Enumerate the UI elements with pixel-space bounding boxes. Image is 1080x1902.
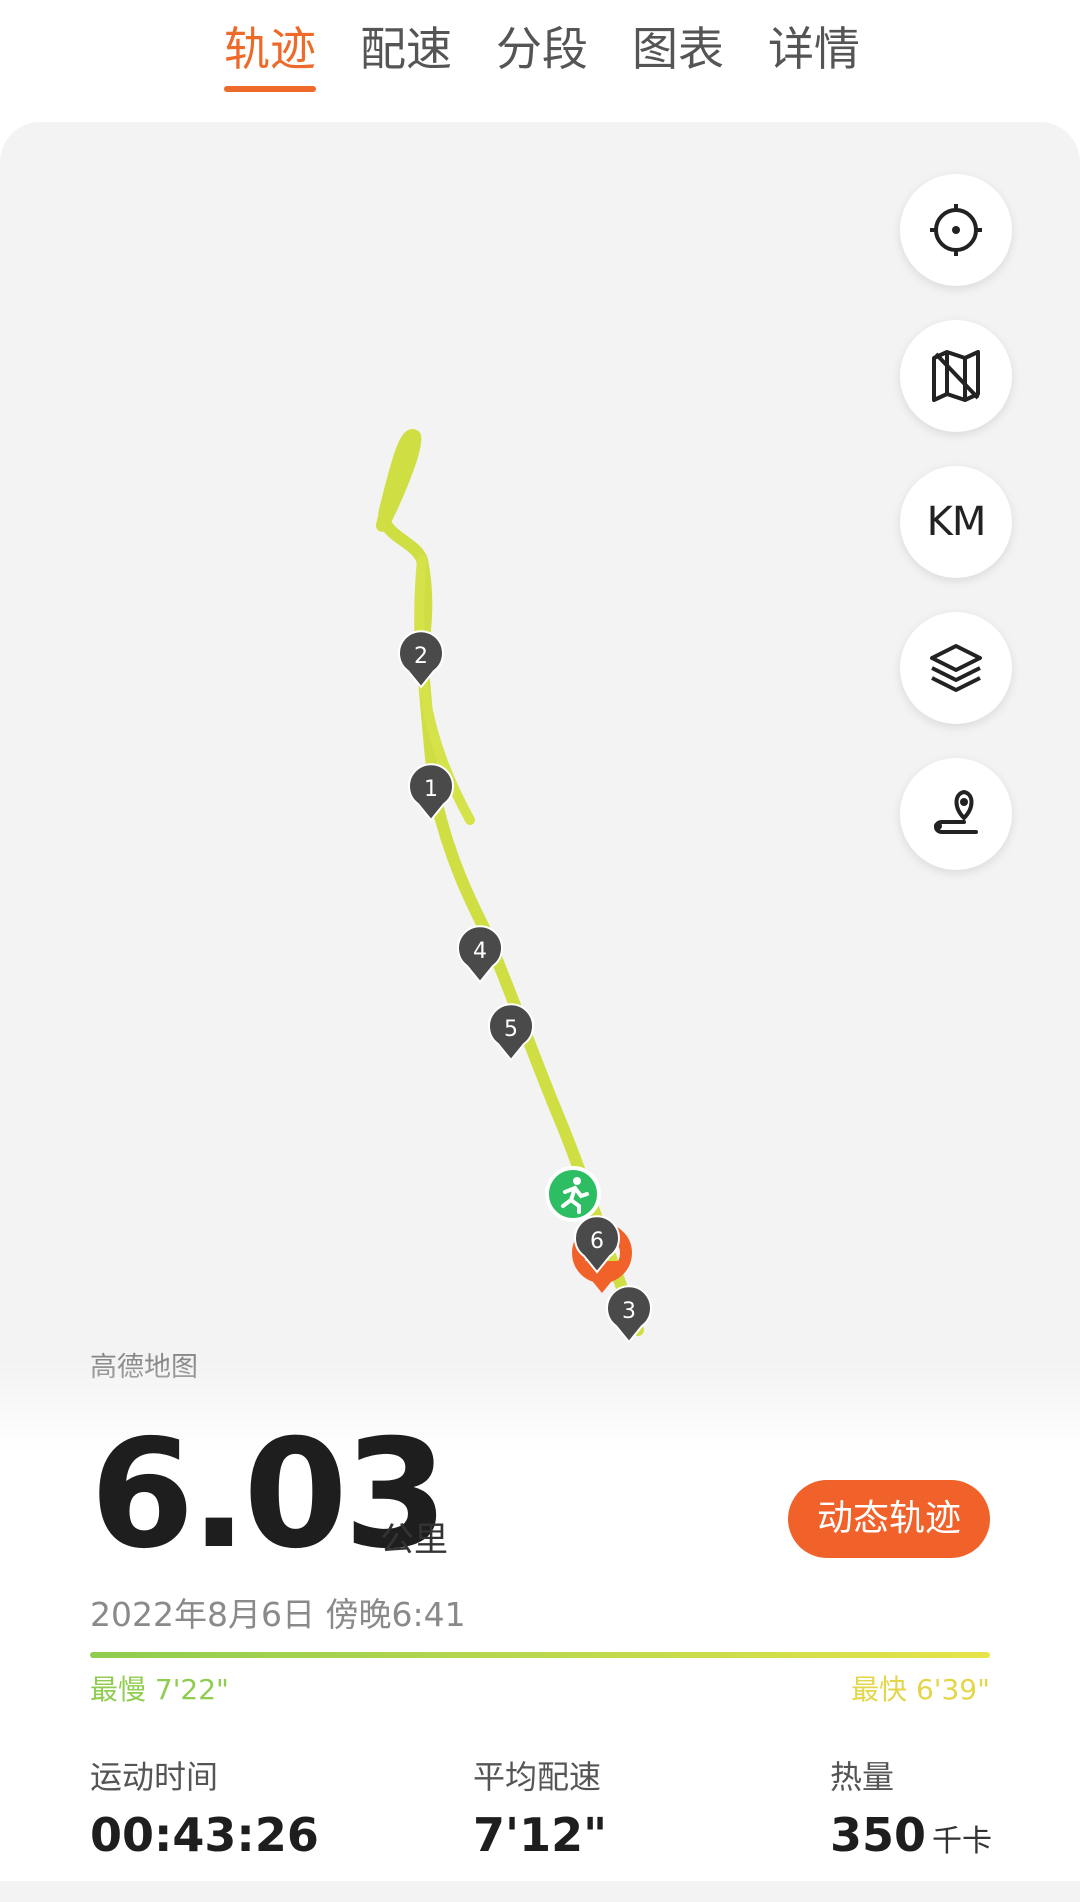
start-marker bbox=[545, 1166, 601, 1222]
layers-button[interactable] bbox=[900, 612, 1012, 724]
route-pin-icon bbox=[934, 789, 978, 834]
locate-icon bbox=[930, 204, 982, 256]
slowest-pace: 最慢 7'22" bbox=[90, 1673, 229, 1706]
calories-unit: 千卡 bbox=[932, 1824, 993, 1859]
km-toggle-button[interactable]: KM bbox=[900, 466, 1012, 578]
km-marker-3: 3 bbox=[606, 1285, 652, 1344]
duration-number: 00:43:26 bbox=[90, 1808, 319, 1862]
active-tab-indicator bbox=[224, 86, 316, 92]
calories-label: 热量 bbox=[830, 1758, 895, 1796]
avg-pace-label: 平均配速 bbox=[473, 1758, 602, 1796]
duration-value: 00:43:26 bbox=[90, 1808, 319, 1862]
km-marker-5-label: 5 bbox=[504, 1017, 518, 1042]
tab-details[interactable]: 详情 bbox=[766, 14, 862, 84]
km-marker-4: 4 bbox=[457, 925, 503, 984]
map-icon bbox=[932, 350, 980, 402]
dynamic-track-button[interactable]: 动态轨迹 bbox=[788, 1480, 990, 1558]
tab-bar: 轨迹 配速 分段 图表 详情 bbox=[0, 0, 1080, 120]
layers-icon bbox=[930, 644, 982, 692]
fastest-pace: 最快 6'39" bbox=[851, 1673, 990, 1706]
km-marker-2: 2 bbox=[398, 630, 444, 689]
km-marker-1-label: 1 bbox=[424, 777, 438, 802]
calories-value: 350 千卡 bbox=[830, 1808, 992, 1862]
map-toggle-button[interactable] bbox=[900, 320, 1012, 432]
locate-button[interactable] bbox=[900, 174, 1012, 286]
tab-charts[interactable]: 图表 bbox=[630, 14, 726, 84]
calories-number: 350 bbox=[830, 1808, 927, 1862]
km-marker-4-label: 4 bbox=[473, 939, 487, 964]
distance-unit: 公里 bbox=[380, 1520, 448, 1560]
tab-track[interactable]: 轨迹 bbox=[222, 14, 318, 84]
duration-label: 运动时间 bbox=[90, 1758, 219, 1796]
avg-pace-value: 7'12" bbox=[473, 1808, 607, 1862]
pace-gradient-bar bbox=[90, 1652, 990, 1658]
route-pin-button[interactable] bbox=[900, 758, 1012, 870]
km-marker-6-label: 6 bbox=[590, 1229, 604, 1254]
km-marker-1: 1 bbox=[408, 763, 454, 822]
tab-splits[interactable]: 分段 bbox=[494, 14, 590, 84]
avg-pace-number: 7'12" bbox=[473, 1808, 608, 1862]
activity-datetime: 2022年8月6日 傍晚6:41 bbox=[90, 1595, 466, 1634]
km-marker-2-label: 2 bbox=[414, 644, 428, 669]
km-marker-3-label: 3 bbox=[622, 1299, 636, 1324]
tab-pace[interactable]: 配速 bbox=[358, 14, 454, 84]
km-label: KM bbox=[926, 499, 987, 545]
route-map: 2 1 4 5 6 3 bbox=[375, 429, 652, 1344]
